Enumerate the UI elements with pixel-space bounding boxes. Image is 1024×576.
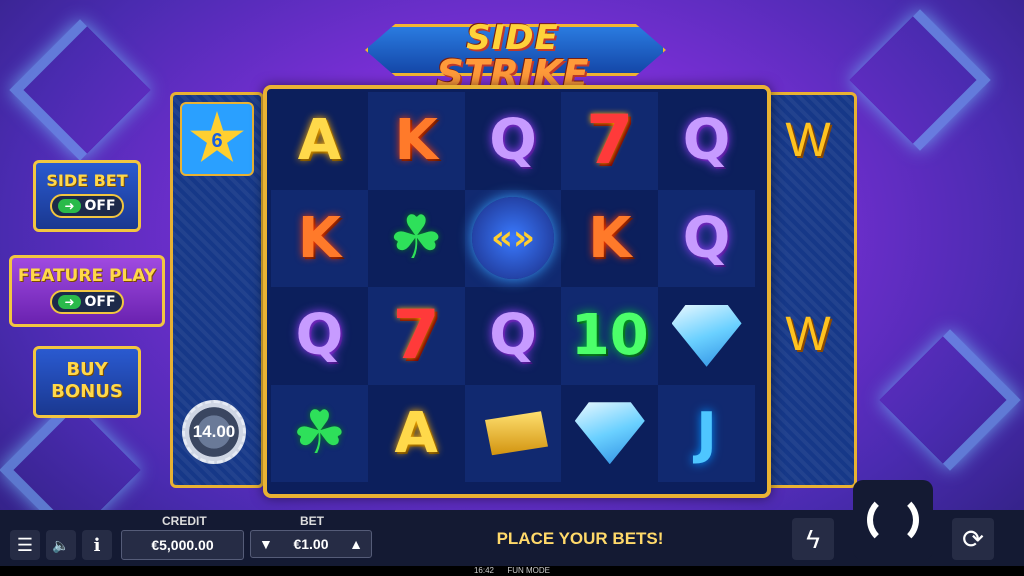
turbo-icon: ϟ — [806, 523, 820, 554]
buy-bonus-line2: BONUS — [51, 381, 123, 402]
reel-cell: K — [271, 189, 368, 287]
buy-bonus-line1: BUY — [66, 359, 108, 380]
diamond-icon — [671, 304, 742, 367]
wild-symbol: W — [776, 108, 840, 172]
credit-display: €5,000.00 — [121, 530, 244, 560]
bet-selector: ▼ €1.00 ▲ — [250, 530, 372, 558]
reel-cell: Q — [465, 287, 562, 385]
wild-symbol: W — [776, 302, 840, 366]
reel-cell: Q — [465, 92, 562, 190]
strike-symbol-icon: «» — [471, 197, 554, 280]
buy-bonus-button[interactable]: BUY BONUS — [33, 346, 141, 418]
star-icon: 6 — [190, 111, 244, 162]
clock: 16:42 — [473, 566, 494, 575]
reel-cell: 7 — [561, 92, 659, 190]
symbol-7: 7 — [586, 101, 634, 181]
game-logo: SIDE STRIKE — [365, 10, 666, 96]
side-bet-toggle-text: OFF — [84, 198, 116, 214]
reel-cell: «» — [464, 189, 562, 287]
credit-label: CREDIT — [162, 514, 207, 528]
multiplier-star: 6 — [180, 102, 254, 176]
reel-cell: Q — [658, 92, 755, 190]
symbol-a: A — [394, 400, 438, 466]
symbol-a: A — [297, 108, 342, 174]
bg-chevron — [879, 329, 1021, 471]
symbol-k: K — [588, 205, 632, 271]
spin-button[interactable] — [853, 480, 933, 560]
mode-label: FUN MODE — [507, 566, 551, 575]
turbo-button[interactable]: ϟ — [792, 518, 834, 560]
reel-cell — [464, 384, 562, 482]
side-bet-label: SIDE BET — [46, 171, 128, 190]
autoplay-button[interactable]: ⟳ — [952, 518, 994, 560]
bet-value: €1.00 — [293, 536, 329, 552]
feature-play-toggle-text: OFF — [84, 294, 116, 310]
side-bet-toggle[interactable]: ➜ OFF — [50, 194, 124, 218]
bet-decrease-button[interactable]: ▼ — [259, 536, 273, 552]
sound-button[interactable]: 🔈 — [46, 530, 76, 560]
feature-play-label: FEATURE PLAY — [17, 266, 157, 286]
reel-cell: Q — [271, 287, 368, 385]
symbol-j: J — [696, 400, 717, 466]
reel-cell: 7 — [367, 287, 465, 385]
reel-cell — [561, 385, 658, 483]
autoplay-icon: ⟳ — [962, 523, 984, 554]
symbol-q: Q — [682, 205, 731, 271]
credit-value: €5,000.00 — [151, 537, 214, 553]
info-icon: i — [93, 534, 101, 556]
symbol-q: Q — [682, 108, 731, 174]
spin-icon — [867, 494, 919, 546]
feature-play-button[interactable]: FEATURE PLAY ➜ OFF — [9, 255, 165, 327]
reel-cell: 10 — [561, 287, 659, 385]
symbol-k: K — [297, 205, 342, 271]
arrow-icon: ➜ — [58, 199, 81, 213]
menu-button[interactable]: ☰ — [10, 530, 40, 560]
bg-chevron — [849, 9, 991, 151]
chip-value: 14.00 — [192, 422, 236, 441]
reel-cell: K — [561, 190, 658, 288]
symbol-q: Q — [295, 303, 344, 369]
wild-label: W — [785, 307, 831, 361]
reel-cell — [658, 287, 755, 385]
symbol-10: 10 — [570, 303, 649, 369]
bg-chevron — [9, 19, 151, 161]
reel-cell: A — [271, 92, 368, 190]
clover-icon: ☘ — [389, 203, 444, 274]
reel-cell: Q — [658, 189, 755, 287]
feature-play-toggle[interactable]: ➜ OFF — [50, 290, 124, 314]
menu-icon: ☰ — [16, 534, 34, 555]
info-button[interactable]: i — [82, 530, 112, 560]
wild-label: W — [785, 113, 831, 167]
reel-cell: J — [658, 384, 755, 482]
diamond-icon — [574, 402, 645, 465]
chip-icon: 14.00 — [182, 400, 246, 464]
status-message: PLACE YOUR BETS! — [496, 529, 664, 548]
reel-cell: A — [368, 385, 465, 483]
symbol-q: Q — [489, 303, 537, 369]
symbol-7: 7 — [392, 296, 440, 376]
bet-increase-button[interactable]: ▲ — [349, 536, 363, 552]
gold-bar-icon — [484, 411, 548, 456]
reel-grid: A K Q 7 Q K ☘ «» K Q Q 7 Q 10 ☘ A J — [271, 92, 755, 482]
reel-cell: ☘ — [271, 384, 368, 482]
reel-cell: ☘ — [368, 190, 465, 288]
reel-cell: K — [367, 92, 465, 190]
sound-icon: 🔈 — [52, 536, 70, 553]
clover-icon: ☘ — [292, 398, 347, 469]
status-strip: 16:42 FUN MODE — [0, 566, 1024, 576]
symbol-k: K — [394, 108, 438, 174]
arrow-icon: ➜ — [58, 295, 81, 309]
star-value: 6 — [211, 129, 223, 152]
bet-label: BET — [300, 514, 324, 528]
symbol-q: Q — [489, 108, 537, 174]
side-bet-button[interactable]: SIDE BET ➜ OFF — [33, 160, 141, 232]
